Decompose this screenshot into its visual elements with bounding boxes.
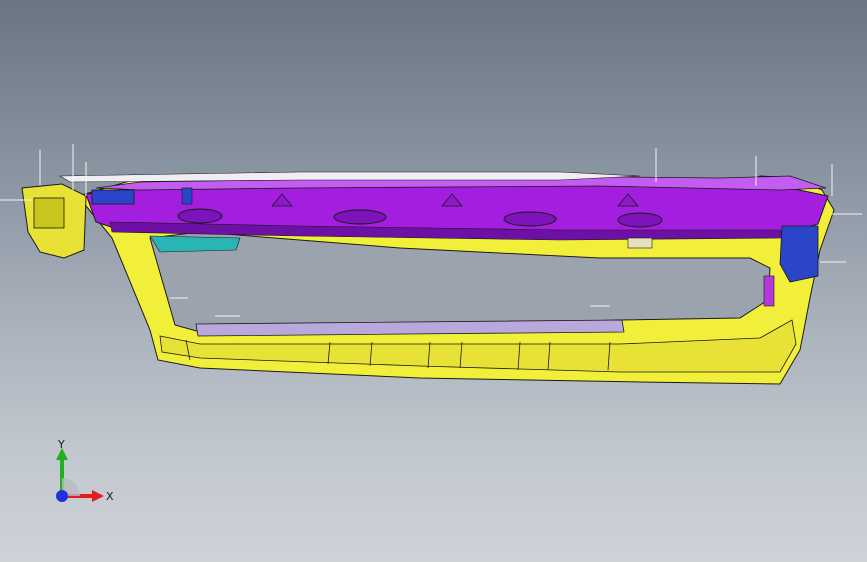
blue-right-block [779, 225, 819, 283]
x-arrow-head [92, 490, 104, 502]
magenta-bracket [763, 275, 775, 307]
door-trim-assembly-model[interactable] [0, 0, 867, 562]
blue-mid-tab [181, 187, 193, 205]
cad-graphics-viewport[interactable]: Y X [0, 0, 867, 562]
left-end-detail [33, 197, 65, 229]
y-axis-label: Y [57, 438, 65, 451]
blue-left-clip [91, 189, 135, 205]
cyan-inner-parts [149, 235, 241, 253]
axis-triad: Y X [56, 438, 114, 503]
small-label-tag [627, 237, 653, 249]
z-axis-dot [56, 490, 68, 502]
x-axis-label: X [106, 490, 114, 503]
